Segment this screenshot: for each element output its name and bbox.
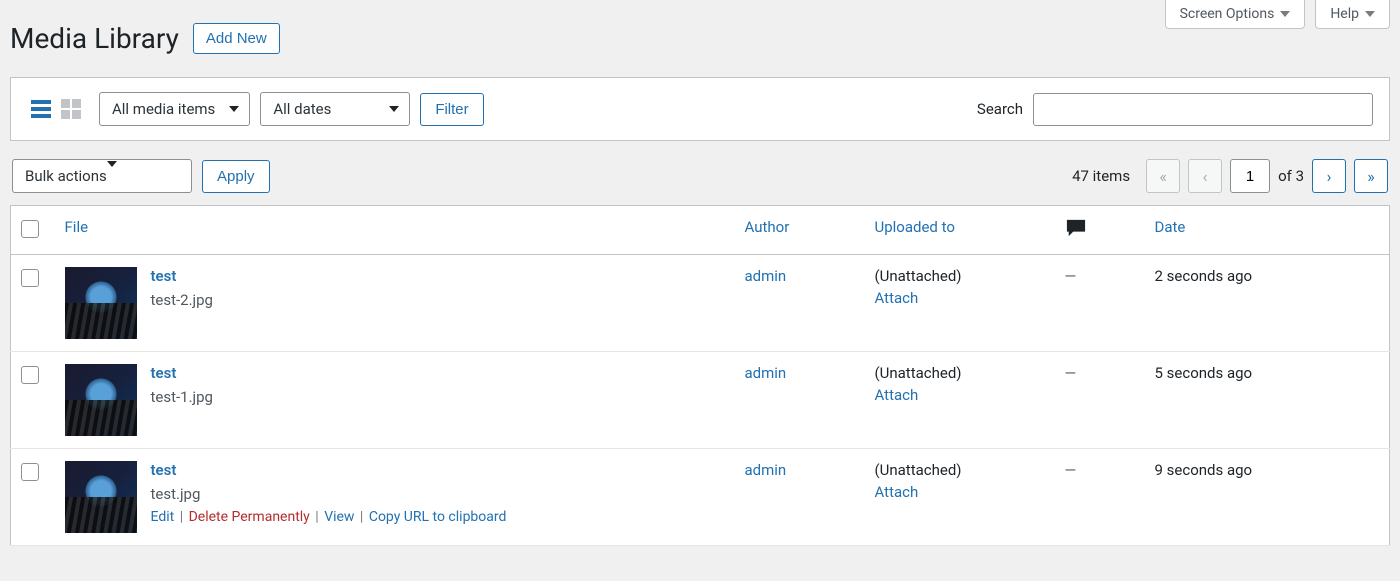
media-filename: test.jpg [151, 485, 507, 503]
date-value: 2 seconds ago [1155, 267, 1253, 285]
row-checkbox[interactable] [21, 366, 39, 384]
page-title: Media Library [10, 22, 179, 55]
media-type-value: All media items [112, 100, 215, 118]
author-link[interactable]: admin [745, 364, 787, 382]
media-thumbnail[interactable] [65, 461, 137, 533]
page-of-total: of 3 [1278, 167, 1304, 185]
date-value: All dates [273, 100, 331, 118]
media-title-link[interactable]: test [151, 461, 507, 479]
row-checkbox[interactable] [21, 463, 39, 481]
media-thumbnail[interactable] [65, 267, 137, 339]
comments-icon[interactable] [1065, 224, 1087, 242]
media-filename: test-1.jpg [151, 388, 213, 406]
grid-view-icon[interactable] [57, 95, 85, 123]
table-row: test test-1.jpg admin (Unattached) Attach — 5 … [11, 352, 1390, 449]
table-row: test test-2.jpg admin (Unattached) Attach — 2 … [11, 255, 1390, 352]
col-date-header[interactable]: Date [1155, 218, 1186, 236]
col-uploaded-header[interactable]: Uploaded to [875, 218, 955, 236]
copy-url-link[interactable]: Copy URL to clipboard [369, 509, 507, 525]
view-link[interactable]: View [324, 509, 354, 525]
author-link[interactable]: admin [745, 461, 787, 479]
attach-link[interactable]: Attach [875, 289, 1045, 307]
uploaded-to-status: (Unattached) [875, 461, 962, 479]
uploaded-to-status: (Unattached) [875, 364, 962, 382]
current-page-input[interactable] [1230, 159, 1270, 193]
col-file-header[interactable]: File [65, 218, 89, 236]
chevron-down-icon [229, 106, 239, 112]
attach-link[interactable]: Attach [875, 386, 1045, 404]
date-value: 9 seconds ago [1155, 461, 1253, 479]
comments-count: — [1065, 267, 1077, 285]
prev-page-button: ‹ [1188, 159, 1222, 193]
date-value: 5 seconds ago [1155, 364, 1253, 382]
media-table: File Author Uploaded to Date test test-2.… [10, 205, 1390, 546]
comments-count: — [1065, 364, 1077, 382]
select-all-checkbox[interactable] [21, 220, 39, 238]
last-page-button[interactable]: » [1354, 159, 1388, 193]
bulk-actions-select[interactable]: Bulk actions [12, 159, 192, 193]
delete-link[interactable]: Delete Permanently [189, 509, 310, 525]
media-title-link[interactable]: test [151, 364, 213, 382]
search-label: Search [977, 100, 1023, 118]
edit-link[interactable]: Edit [151, 509, 175, 525]
search-input[interactable] [1033, 93, 1373, 126]
table-row: test test.jpg Edit | Delete Permanently | … [11, 449, 1390, 546]
items-count: 47 items [1072, 167, 1130, 185]
media-title-link[interactable]: test [151, 267, 213, 285]
attach-link[interactable]: Attach [875, 483, 1045, 501]
list-view-icon[interactable] [27, 95, 55, 123]
uploaded-to-status: (Unattached) [875, 267, 962, 285]
row-actions: Edit | Delete Permanently | View | Copy … [151, 509, 507, 525]
col-author-header[interactable]: Author [745, 218, 790, 236]
chevron-down-icon [389, 106, 399, 112]
comments-count: — [1065, 461, 1077, 479]
bulk-actions-value: Bulk actions [25, 167, 107, 185]
add-new-button[interactable]: Add New [193, 23, 280, 54]
date-select[interactable]: All dates [260, 92, 410, 126]
filter-bar: All media items All dates Filter Search [10, 77, 1390, 141]
media-thumbnail[interactable] [65, 364, 137, 436]
next-page-button[interactable]: › [1312, 159, 1346, 193]
first-page-button: « [1146, 159, 1180, 193]
row-checkbox[interactable] [21, 269, 39, 287]
media-type-select[interactable]: All media items [99, 92, 250, 126]
chevron-down-icon [107, 161, 117, 185]
author-link[interactable]: admin [745, 267, 787, 285]
media-filename: test-2.jpg [151, 291, 213, 309]
filter-button[interactable]: Filter [420, 93, 483, 126]
apply-button[interactable]: Apply [202, 160, 270, 193]
